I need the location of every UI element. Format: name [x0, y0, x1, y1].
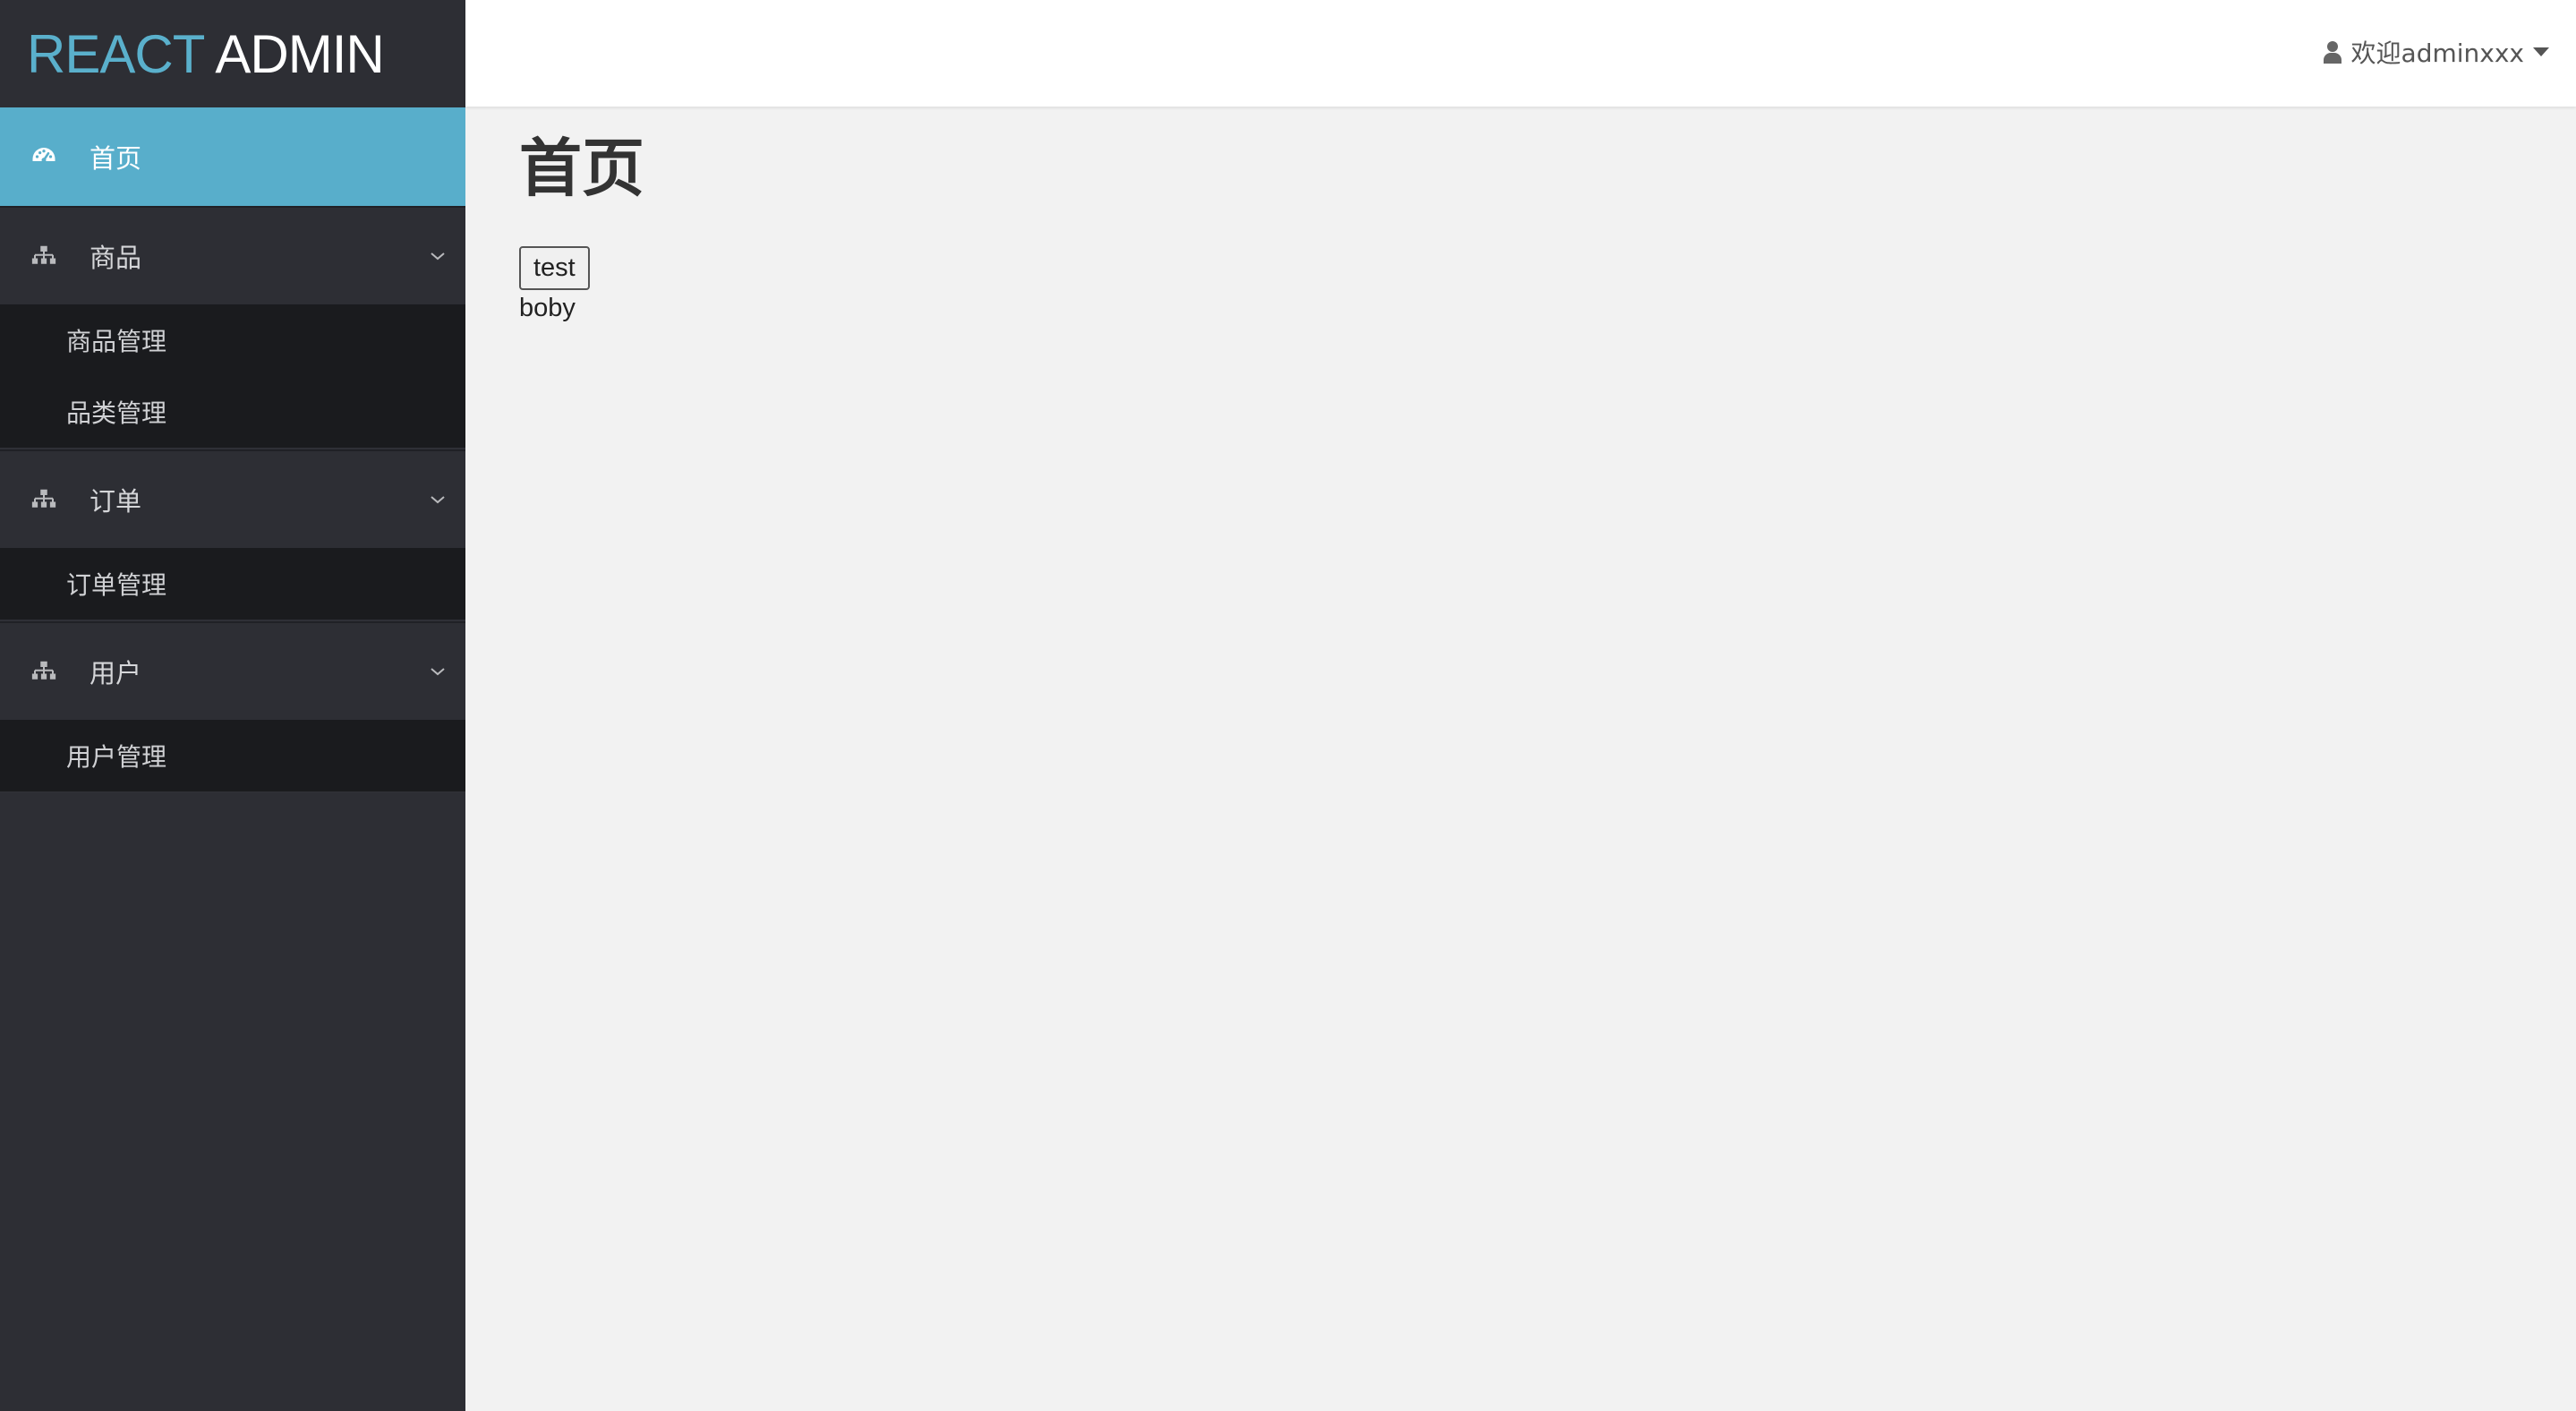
top-header: 欢迎adminxxx: [465, 0, 2576, 107]
sitemap-icon: [31, 661, 56, 680]
welcome-text: 欢迎adminxxx: [2350, 38, 2524, 68]
body-text: boby: [519, 294, 576, 322]
sidebar-group-orders[interactable]: 订单: [0, 449, 465, 548]
caret-down-icon: [2533, 47, 2549, 56]
sidebar-item-home[interactable]: 首页: [0, 107, 465, 206]
sidebar-item-product-manage[interactable]: 商品管理: [0, 304, 465, 376]
test-button[interactable]: test: [519, 246, 590, 290]
sitemap-icon: [31, 489, 56, 508]
sidebar-item-label: 首页: [90, 143, 142, 174]
page-title: 首页: [519, 132, 644, 205]
logo[interactable]: REACT ADMIN: [0, 0, 465, 107]
chevron-down-icon: [431, 496, 445, 504]
logo-admin: ADMIN: [215, 23, 384, 84]
sitemap-icon: [31, 245, 56, 264]
sidebar-item-category-manage[interactable]: 品类管理: [0, 376, 465, 448]
chevron-down-icon: [431, 252, 445, 261]
logo-react: REACT: [27, 23, 205, 84]
sidebar-group-label: 订单: [90, 486, 142, 517]
sidebar: REACT ADMIN 首页 商品 商品管理 品类管理 订单 订单管理 用户 用…: [0, 0, 465, 1411]
sidebar-group-products[interactable]: 商品: [0, 206, 465, 304]
sidebar-item-order-manage[interactable]: 订单管理: [0, 548, 465, 620]
sidebar-group-users[interactable]: 用户: [0, 621, 465, 720]
submenu-orders: 订单管理: [0, 548, 465, 621]
sidebar-group-label: 用户: [90, 658, 142, 688]
submenu-users: 用户管理: [0, 720, 465, 793]
user-dropdown[interactable]: 欢迎adminxxx: [2323, 34, 2549, 70]
user-icon: [2323, 41, 2341, 64]
submenu-products: 商品管理 品类管理: [0, 304, 465, 449]
chevron-down-icon: [431, 668, 445, 676]
sidebar-group-label: 商品: [90, 243, 142, 273]
main-content: 首页 test boby: [519, 134, 644, 323]
dashboard-icon: [32, 148, 55, 163]
sidebar-item-user-manage[interactable]: 用户管理: [0, 720, 465, 791]
